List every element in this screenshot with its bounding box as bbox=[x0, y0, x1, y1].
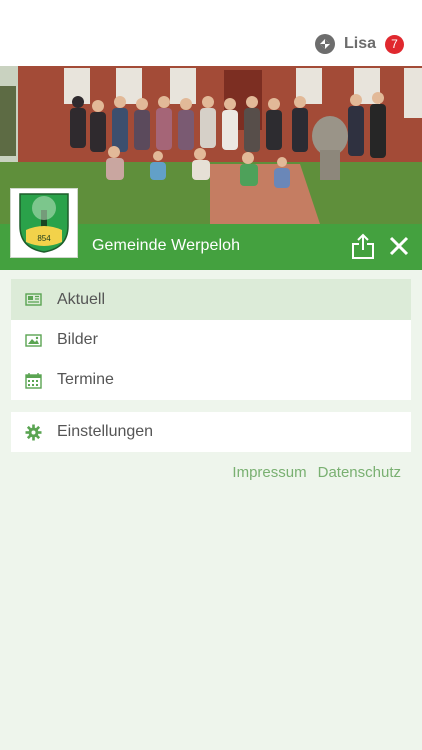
image-icon bbox=[25, 332, 42, 349]
menu-item-termine[interactable]: Termine bbox=[11, 360, 411, 400]
menu-item-label: Aktuell bbox=[57, 290, 106, 308]
footer-links: Impressum Datenschutz bbox=[232, 464, 401, 481]
crest-image: 854 bbox=[19, 193, 69, 253]
menu-item-label: Termine bbox=[57, 371, 114, 388]
gear-icon bbox=[25, 424, 42, 441]
settings-menu: Einstellungen bbox=[11, 412, 411, 452]
svg-text:854: 854 bbox=[37, 234, 51, 243]
app-logo-icon bbox=[314, 34, 335, 54]
menu-item-aktuell[interactable]: Aktuell bbox=[11, 279, 411, 320]
page-title: Gemeinde Werpeloh bbox=[92, 237, 241, 254]
menu-item-label: Bilder bbox=[57, 331, 98, 348]
user-menu[interactable]: Lisa 7 bbox=[314, 33, 404, 55]
top-bar: Lisa 7 bbox=[0, 0, 422, 66]
municipality-crest: 854 bbox=[10, 188, 78, 258]
menu-item-einstellungen[interactable]: Einstellungen bbox=[11, 412, 411, 452]
menu-item-bilder[interactable]: Bilder bbox=[11, 320, 411, 360]
newspaper-icon bbox=[25, 291, 42, 308]
main-menu: Aktuell Bilder Termine bbox=[11, 279, 411, 400]
share-icon[interactable] bbox=[350, 232, 376, 260]
menu-item-label: Einstellungen bbox=[57, 423, 154, 440]
impressum-link[interactable]: Impressum bbox=[232, 464, 306, 481]
close-icon[interactable] bbox=[389, 236, 409, 256]
calendar-icon bbox=[25, 372, 42, 389]
datenschutz-link[interactable]: Datenschutz bbox=[318, 464, 401, 481]
notification-badge[interactable]: 7 bbox=[385, 34, 404, 54]
user-name: Lisa bbox=[343, 35, 376, 52]
